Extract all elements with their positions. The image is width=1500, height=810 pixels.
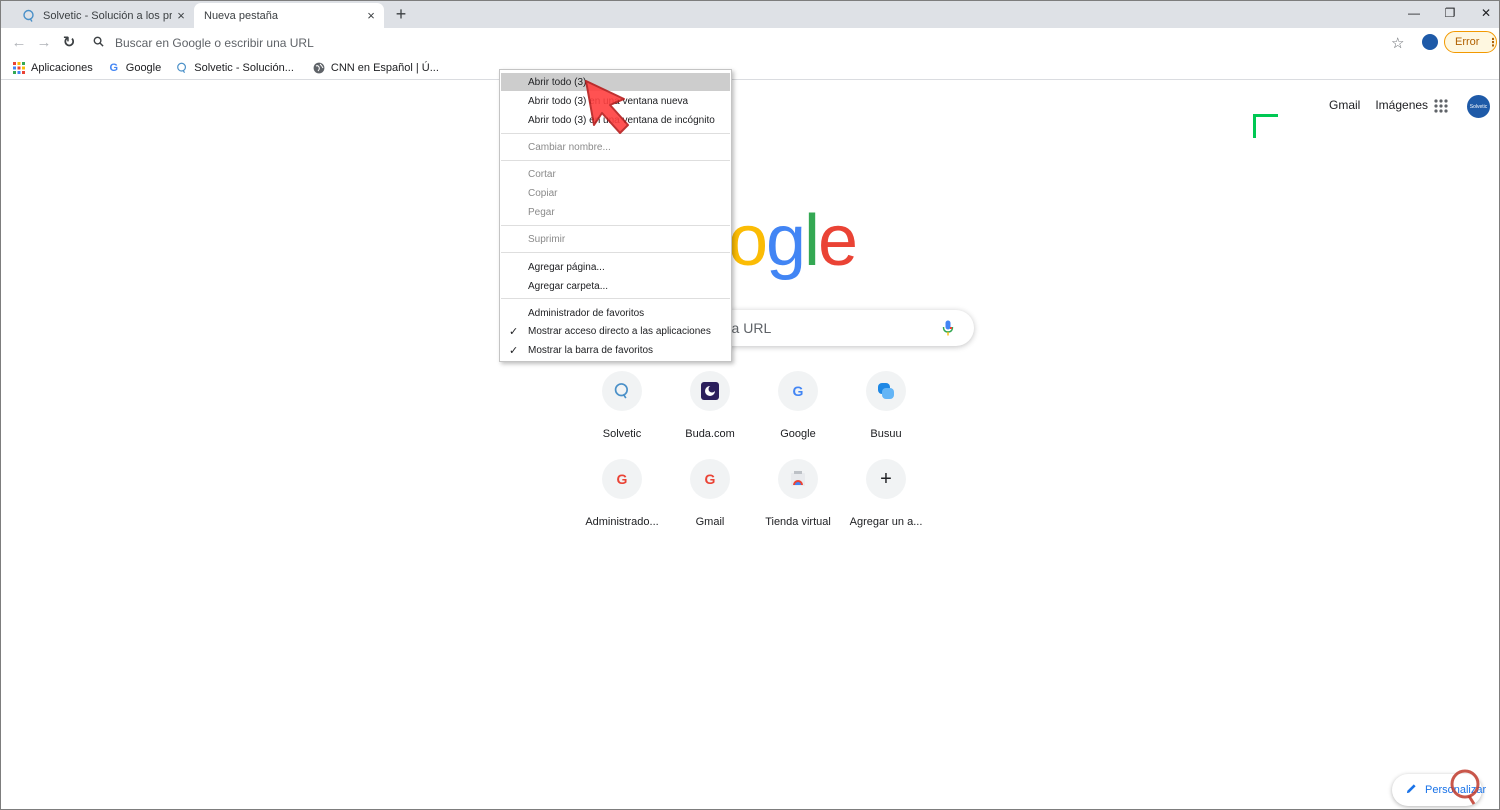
menu-item-label: Copiar [528, 187, 558, 199]
images-link[interactable]: Imágenes [1375, 98, 1428, 112]
checkmark-icon: ✓ [509, 344, 519, 357]
pencil-icon [1406, 783, 1417, 797]
menu-item-label: Suprimir [528, 233, 566, 245]
shortcut-tile[interactable]: Solvetic [578, 371, 666, 459]
back-button[interactable]: ← [9, 32, 29, 52]
globe-icon [312, 61, 326, 75]
checkmark-icon: ✓ [509, 325, 519, 338]
menu-item-delete[interactable]: Suprimir [501, 230, 730, 248]
forward-button[interactable]: → [34, 32, 54, 52]
menu-item-label: Pegar [528, 206, 555, 218]
busuu-icon [866, 371, 906, 411]
menu-separator [501, 225, 730, 226]
shortcut-tile[interactable]: G Gmail [666, 459, 754, 547]
tab-solvetic[interactable]: Solvetic - Solución a los problemas × [11, 3, 194, 28]
more-icon: ⋮ [1487, 36, 1499, 49]
bookmark-label: Aplicaciones [31, 61, 93, 74]
menu-item-cut[interactable]: Cortar [501, 165, 730, 183]
menu-item-show-bookmarks-bar[interactable]: ✓ Mostrar la barra de favoritos [501, 341, 730, 359]
profile-avatar-small[interactable] [1422, 34, 1438, 50]
buda-icon [690, 371, 730, 411]
solvetic-icon [21, 8, 37, 24]
menu-item-label: Mostrar la barra de favoritos [528, 344, 654, 356]
bookmark-label: CNN en Español | Ú... [330, 61, 439, 74]
window-close-button[interactable]: ✕ [1466, 1, 1499, 25]
shortcut-tile[interactable]: + Agregar un a... [842, 459, 930, 547]
menu-item-add-folder[interactable]: Agregar carpeta... [501, 277, 730, 295]
menu-separator [501, 160, 730, 161]
tab-title: Solvetic - Solución a los problemas [43, 9, 172, 22]
menu-item-label: Administrador de favoritos [528, 307, 645, 319]
shortcut-tile[interactable]: Busuu [842, 371, 930, 459]
bookmark-star-icon[interactable]: ☆ [1391, 34, 1404, 52]
plus-icon: + [866, 459, 906, 499]
bookmark-cnn[interactable]: CNN en Español | Ú... [312, 61, 439, 75]
annotation-corner [1253, 114, 1278, 138]
google-g-icon: G [602, 459, 642, 499]
pointer-arrow-icon [576, 73, 646, 143]
bookmark-label: Solvetic - Solución... [194, 61, 294, 74]
shortcut-label: Google [780, 428, 816, 440]
shortcut-label: Solvetic [602, 428, 642, 440]
menu-item-copy[interactable]: Copiar [501, 184, 730, 202]
shortcut-label: Buda.com [685, 428, 735, 440]
browser-window: Solvetic - Solución a los problemas × Nu… [0, 0, 1500, 810]
solvetic-icon [602, 371, 642, 411]
shortcut-label: Busuu [870, 428, 902, 440]
tab-strip: Solvetic - Solución a los problemas × Nu… [1, 1, 1499, 28]
error-label: Error [1455, 36, 1480, 48]
google-apps-icon[interactable] [1434, 99, 1448, 113]
new-tab-button[interactable]: + [391, 4, 411, 24]
bookmark-solvetic[interactable]: Solvetic - Solución... [175, 61, 294, 75]
omnibox-placeholder: Buscar en Google o escribir una URL [115, 36, 314, 50]
shortcut-tile[interactable]: G Google [754, 371, 842, 459]
solvetic-icon [175, 61, 189, 75]
bookmark-label: Google [125, 61, 162, 74]
bookmark-apps[interactable]: Aplicaciones [12, 61, 93, 75]
account-avatar[interactable]: Solvetic [1466, 94, 1491, 119]
shortcut-label: Agregar un a... [849, 516, 923, 528]
menu-item-bookmark-manager[interactable]: Administrador de favoritos [501, 304, 730, 322]
bookmarks-bar: Aplicaciones G Google Solvetic - Solució… [1, 56, 1499, 80]
menu-separator [501, 298, 730, 299]
solvetic-watermark-icon [1447, 767, 1485, 807]
tab-title: Nueva pestaña [204, 9, 278, 22]
shortcut-tile[interactable]: G Administrado... [578, 459, 666, 547]
menu-item-label: Cortar [528, 168, 556, 180]
shortcut-label: Administrado... [585, 516, 659, 528]
omnibox[interactable]: Buscar en Google o escribir una URL [89, 32, 1399, 54]
error-button[interactable]: Error ⋮ [1444, 31, 1499, 53]
reload-button[interactable]: ↻ [59, 32, 79, 52]
menu-item-paste[interactable]: Pegar [501, 203, 730, 221]
google-g-icon: G [690, 459, 730, 499]
shortcut-label: Tienda virtual [765, 516, 831, 528]
menu-item-label: Cambiar nombre... [528, 141, 611, 153]
shortcut-tile[interactable]: Tienda virtual [754, 459, 842, 547]
shortcut-label: Gmail [695, 516, 725, 528]
toolbar: ← → ↻ Buscar en Google o escribir una UR… [1, 28, 1499, 56]
chrome-store-icon [778, 459, 818, 499]
gmail-link[interactable]: Gmail [1329, 98, 1360, 112]
menu-item-label: Agregar carpeta... [528, 280, 609, 292]
bookmark-google[interactable]: G Google [107, 61, 161, 75]
minimize-button[interactable]: — [1394, 1, 1434, 25]
menu-item-add-page[interactable]: Agregar página... [501, 258, 730, 276]
close-icon[interactable]: × [172, 7, 190, 25]
menu-item-show-apps-shortcut[interactable]: ✓ Mostrar acceso directo a las aplicacio… [501, 322, 730, 340]
restore-button[interactable]: ❐ [1430, 1, 1470, 25]
microphone-icon[interactable] [938, 320, 958, 336]
menu-item-label: Mostrar acceso directo a las aplicacione… [528, 325, 711, 337]
shortcut-tile[interactable]: Buda.com [666, 371, 754, 459]
google-g-icon: G [109, 61, 119, 74]
menu-separator [501, 252, 730, 253]
menu-item-label: Agregar página... [528, 261, 605, 273]
apps-grid-icon [12, 61, 26, 75]
close-icon[interactable]: × [362, 7, 380, 25]
top-links: Gmail Imágenes [1329, 98, 1443, 112]
tab-new-tab[interactable]: Nueva pestaña × [194, 3, 384, 28]
search-icon [93, 36, 109, 50]
google-g-icon: G [778, 371, 818, 411]
